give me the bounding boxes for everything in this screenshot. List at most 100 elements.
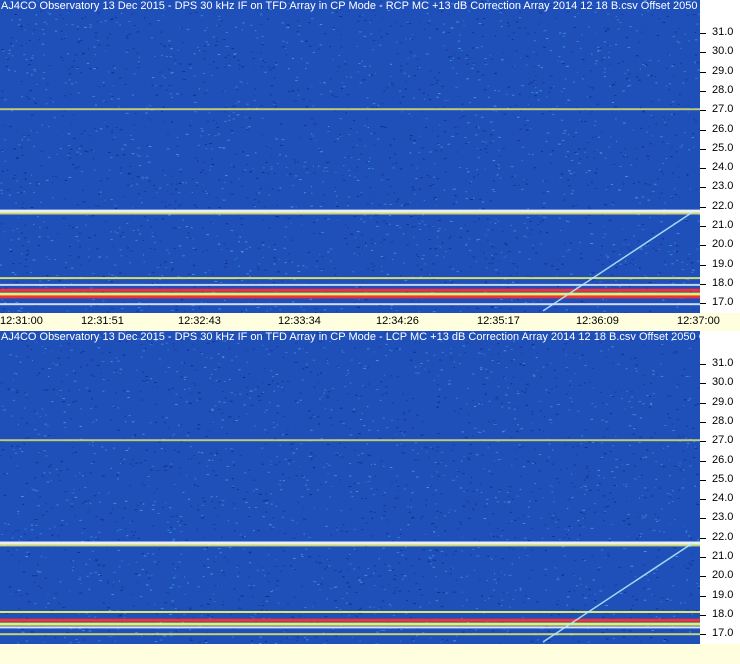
y-tick-mark [700,168,706,170]
lcp-spectrogram-canvas [0,331,700,644]
y-tick-label: 29.0 [712,64,734,77]
y-tick-mark [700,441,706,443]
spectrogram-background [0,331,700,644]
y-tick-mark [700,364,706,365]
y-tick: 21.0 [700,550,740,562]
interference-band [0,626,700,629]
y-tick-label: 29.0 [712,395,734,408]
y-tick-mark [700,90,706,92]
y-tick-mark [700,421,706,423]
y-tick-mark [700,383,706,385]
interference-band [0,209,700,213]
y-tick-label: 31.0 [712,357,734,369]
y-tick: 28.0 [700,84,740,96]
y-tick: 20.0 [700,569,740,581]
lcp-panel: AJ4CO Observatory 13 Dec 2015 - DPS 30 k… [0,331,740,664]
lcp-title: AJ4CO Observatory 13 Dec 2015 - DPS 30 k… [1,331,700,343]
interference-band [0,611,700,613]
y-tick: 17.0 [700,296,740,308]
y-tick-label: 19.0 [712,588,734,601]
rcp-panel: AJ4CO Observatory 13 Dec 2015 - DPS 30 k… [0,0,740,331]
lcp-spectrogram: AJ4CO Observatory 13 Dec 2015 - DPS 30 k… [0,331,700,644]
y-tick: 26.0 [700,123,740,135]
spectrogram-background [0,0,700,313]
y-tick-label: 22.0 [712,199,734,212]
x-tick-label: 12:37:00 [677,315,720,327]
lcp-frequency-axis: 31.0 30.0 29.0 28.0 27.0 26.0 25.0 24.0 23.0 22.0… [700,331,740,644]
y-tick-label: 26.0 [712,453,734,466]
x-tick-label: 12:32:43 [178,315,221,327]
y-tick-label: 30.0 [712,376,734,389]
y-tick: 23.0 [700,511,740,523]
y-tick: 20.0 [700,238,740,250]
y-tick-mark [700,264,706,266]
y-tick: 27.0 [700,103,740,115]
y-tick-mark [700,52,706,54]
y-tick-label: 28.0 [712,414,734,427]
y-tick-label: 23.0 [712,180,734,193]
interference-band [0,541,700,545]
y-tick: 29.0 [700,65,740,77]
time-axis: 12:31:00 12:31:51 12:32:43 12:33:34 12:34:26… [0,313,740,331]
interference-band [0,283,700,286]
rcp-spectrogram: AJ4CO Observatory 13 Dec 2015 - DPS 30 k… [0,0,700,313]
interference-band [0,633,700,636]
y-tick-mark [700,245,706,247]
y-tick: 26.0 [700,454,740,466]
y-tick-mark [700,537,706,539]
y-tick: 18.0 [700,608,740,620]
y-tick: 29.0 [700,396,740,408]
y-tick: 24.0 [700,492,740,504]
lcp-time-strip [0,644,740,664]
y-tick-mark [700,634,706,636]
y-tick-mark [700,557,706,558]
y-tick-label: 17.0 [712,627,734,640]
interference-band [0,439,700,442]
y-tick-label: 27.0 [712,103,734,116]
y-tick-mark [700,402,706,404]
y-tick: 22.0 [700,531,740,543]
y-tick: 30.0 [700,376,740,388]
y-tick-mark [700,460,706,462]
y-tick: 22.0 [700,200,740,212]
interference-band [0,288,700,292]
y-tick: 19.0 [700,258,740,270]
y-tick-mark [700,206,706,208]
y-tick-label: 23.0 [712,511,734,524]
y-tick-mark [700,479,706,481]
interference-band [0,303,700,306]
x-tick-label: 12:31:51 [81,315,124,327]
y-tick-label: 30.0 [712,45,734,58]
y-tick-label: 21.0 [712,219,734,231]
interference-band [0,292,700,296]
interference-band [0,108,700,111]
y-tick-label: 20.0 [712,569,734,582]
y-tick-label: 24.0 [712,492,734,505]
x-tick-label: 12:31:00 [0,315,43,327]
y-tick-mark [700,576,706,578]
interference-band [0,618,700,622]
y-tick: 28.0 [700,415,740,427]
y-tick-mark [700,187,706,189]
y-tick-mark [700,283,706,285]
rcp-spectrogram-canvas [0,0,700,313]
interference-band [0,544,700,547]
y-tick-label: 18.0 [712,607,734,620]
x-tick-label: 12:34:26 [376,315,419,327]
y-tick-mark [700,303,706,305]
y-tick: 31.0 [700,26,740,38]
x-tick-label: 12:35:17 [477,315,520,327]
y-tick: 19.0 [700,589,740,601]
y-tick: 31.0 [700,357,740,369]
y-tick: 23.0 [700,180,740,192]
y-tick-mark [700,518,706,520]
y-tick-label: 26.0 [712,122,734,135]
y-tick-label: 31.0 [712,26,734,38]
y-tick: 27.0 [700,434,740,446]
y-tick-label: 28.0 [712,83,734,96]
y-tick: 18.0 [700,277,740,289]
y-tick-label: 25.0 [712,472,734,485]
y-tick: 30.0 [700,45,740,57]
y-tick: 24.0 [700,161,740,173]
y-tick-label: 24.0 [712,161,734,174]
